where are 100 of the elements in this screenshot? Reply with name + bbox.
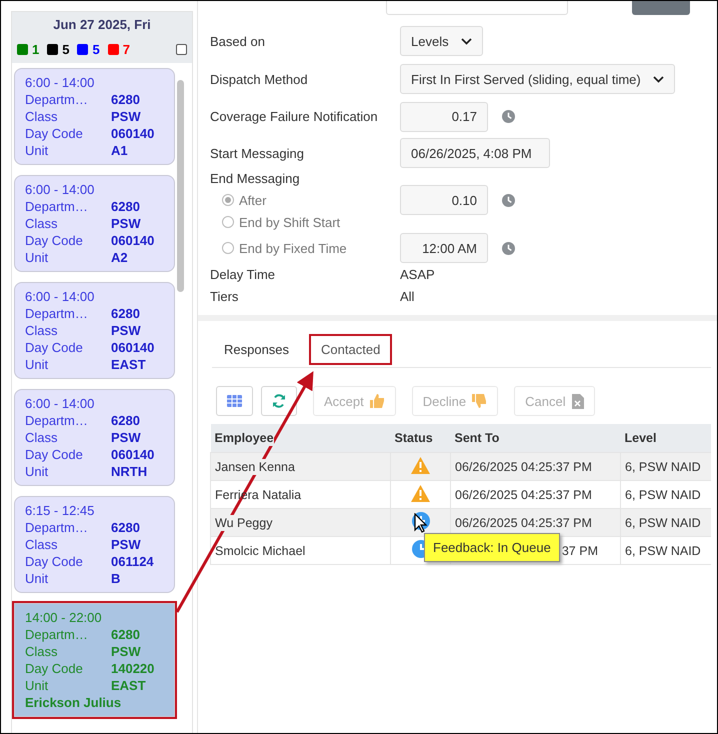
field-label: Class [25, 430, 59, 445]
field-label: Tiers [210, 288, 240, 304]
field-value: 060140 [111, 340, 156, 355]
field-value: 6280 [111, 627, 141, 642]
file-x-icon [572, 394, 584, 408]
refresh-button[interactable] [261, 386, 297, 416]
cursor-icon [414, 513, 428, 533]
field-value: PSW [111, 537, 142, 552]
input-field[interactable]: 0.17 [400, 102, 488, 132]
field-label: Departm… [25, 627, 89, 642]
field-label: Departm… [25, 306, 89, 321]
column-header[interactable]: Employee [214, 430, 274, 446]
shift-time: 6:00 - 14:00 [25, 289, 96, 304]
field-label: Day Code [25, 661, 84, 676]
clock-icon[interactable] [502, 110, 515, 123]
dropdown[interactable]: Levels [400, 26, 483, 56]
field-label: Day Code [25, 126, 84, 141]
section-label: End Messaging [210, 171, 301, 186]
field-value: EAST [111, 357, 147, 372]
shift-card[interactable]: 6:00 - 14:00 Departm… 6280 Class PSW Day Code 060140 Unit NRTH [14, 389, 175, 486]
field-label: Departm… [25, 413, 89, 428]
table-cell: 37 PM [562, 542, 598, 558]
field-label: Dispatch Method [210, 72, 309, 86]
field-label: Day Code [25, 554, 84, 569]
scrollbar-thumb[interactable] [177, 80, 184, 292]
dropdown[interactable]: First In First Served (sliding, equal time) [400, 64, 675, 94]
table-cell: Wu Peggy [215, 514, 272, 530]
field-label: Coverage Failure Notification [210, 109, 379, 124]
field-label: Day Code [25, 447, 84, 462]
shift-card[interactable]: 6:00 - 14:00 Departm… 6280 Class PSW Day Code 060140 Unit EAST [14, 282, 175, 379]
shift-time: 6:15 - 12:45 [25, 503, 96, 518]
field-value: PSW [111, 216, 142, 231]
date-field[interactable]: 06/26/2025, 4:08 PM [400, 138, 550, 168]
field-label: Unit [25, 464, 50, 479]
input-field[interactable]: 0.10 [400, 185, 488, 215]
field-label: Unit [25, 678, 50, 693]
table-cell: 6, PSW NAID [625, 486, 701, 502]
shift-card[interactable]: 6:00 - 14:00 Departm… 6280 Class PSW Day Code 060140 Unit A2 [14, 175, 175, 272]
radio-label[interactable]: After [239, 192, 266, 208]
field-label: Departm… [25, 199, 89, 214]
field-value: A1 [111, 143, 129, 158]
field-label: Unit [25, 357, 50, 372]
field-label: Start Messaging [210, 146, 305, 160]
field-value: 060140 [111, 233, 156, 248]
thumbs-up-icon [370, 394, 385, 408]
field-label: Class [25, 109, 59, 124]
caret-icon [460, 38, 472, 44]
date-header: Jun 27 2025, Fri [53, 17, 151, 32]
clock-icon[interactable] [502, 242, 515, 254]
field-value: 060140 [111, 126, 156, 141]
grid-button[interactable] [216, 386, 253, 416]
legend-count: 5 [62, 42, 70, 57]
table-cell: 6, PSW NAID [625, 542, 701, 558]
field-label: Day Code [25, 233, 84, 248]
radio-button[interactable] [222, 216, 234, 228]
radio-button[interactable] [222, 194, 234, 206]
clock-icon[interactable] [502, 194, 515, 206]
field-label: Class [25, 644, 59, 659]
field-value: 6280 [111, 92, 141, 107]
table-cell: Smolcic Michael [215, 542, 306, 558]
radio-label[interactable]: End by Fixed Time [239, 240, 347, 256]
tooltip: Feedback: In Queue [424, 533, 560, 562]
radio-button[interactable] [222, 242, 234, 254]
checkbox[interactable] [176, 44, 187, 55]
shift-card[interactable]: 6:15 - 12:45 Departm… 6280 Class PSW Day Code 061124 Unit B [14, 496, 175, 593]
legend-count: 7 [122, 42, 130, 57]
field-value: 061124 [111, 554, 155, 569]
field-value: B [111, 571, 122, 586]
input-field[interactable]: 12:00 AM [400, 233, 488, 263]
thumbs-down-icon [472, 394, 488, 408]
legend-count: 5 [92, 42, 100, 57]
warning-icon [411, 456, 430, 474]
field-value: NRTH [111, 464, 148, 479]
warning-icon [411, 484, 430, 502]
field-value: PSW [111, 323, 142, 338]
field-value: 6280 [111, 199, 141, 214]
shift-time: 14:00 - 22:00 [25, 610, 103, 625]
shift-time: 6:00 - 14:00 [25, 182, 96, 197]
field-value: PSW [111, 644, 142, 659]
table-cell: 06/26/2025 04:25:37 PM [455, 486, 592, 502]
field-label: Delay Time [210, 266, 276, 282]
caret-icon [652, 76, 664, 82]
tab[interactable]: Responses [212, 334, 302, 364]
legend-count: 1 [32, 42, 40, 57]
tab[interactable]: Contacted [309, 334, 392, 364]
field-value: ASAP [400, 266, 435, 282]
shift-time: 6:00 - 14:00 [25, 75, 96, 90]
field-label: Day Code [25, 340, 84, 355]
radio-label[interactable]: End by Shift Start [239, 214, 340, 230]
field-value: PSW [111, 109, 142, 124]
shift-card[interactable]: 6:00 - 14:00 Departm… 6280 Class PSW Day Code 060140 Unit A1 [14, 68, 175, 165]
field-label: Class [25, 216, 59, 231]
field-value: 140220 [111, 661, 156, 676]
field-value: A2 [111, 250, 129, 265]
field-value: PSW [111, 430, 142, 445]
field-label: Unit [25, 250, 50, 265]
field-label: Unit [25, 571, 50, 586]
employee-name: Erickson Julius [25, 695, 122, 710]
grid-icon [227, 395, 242, 407]
field-label: Based on [210, 34, 266, 48]
